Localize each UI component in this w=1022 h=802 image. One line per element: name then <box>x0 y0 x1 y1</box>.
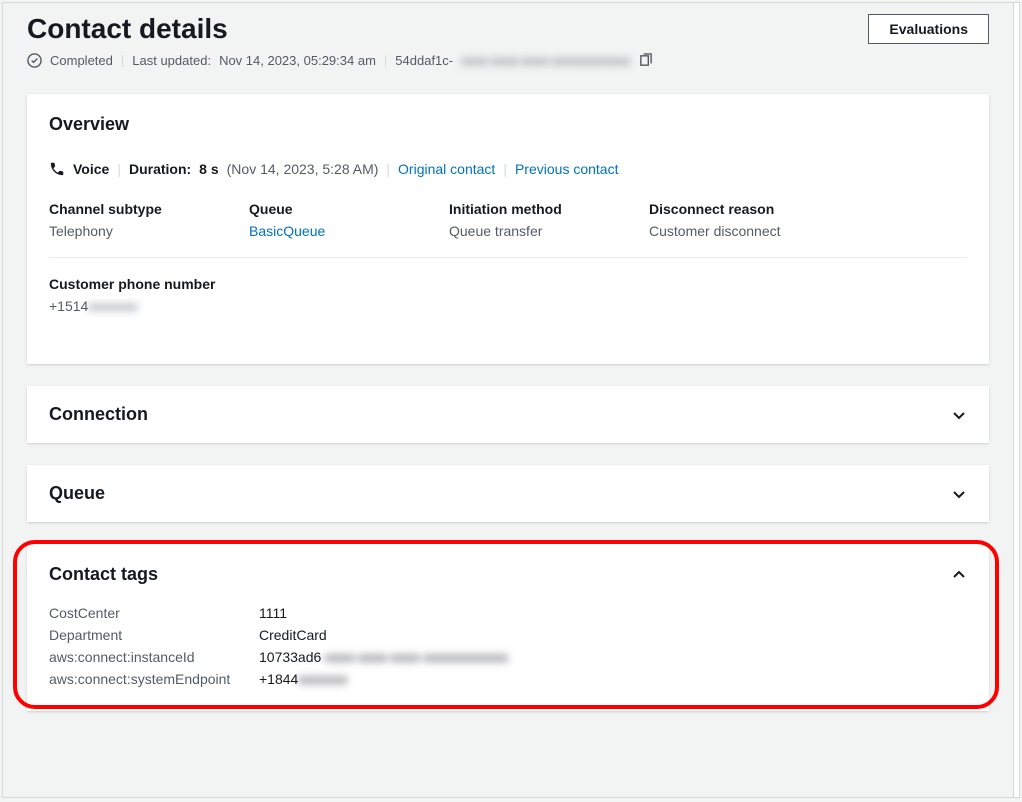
duration-value: 8 s <box>199 161 218 177</box>
copy-icon[interactable] <box>638 53 653 68</box>
completed-check-icon <box>27 53 42 68</box>
connection-title: Connection <box>49 404 148 425</box>
overview-panel: Overview Voice | Duration: 8 s (Nov 14, … <box>27 94 989 364</box>
previous-contact-link[interactable]: Previous contact <box>515 161 619 177</box>
channel-subtype-field: Channel subtype Telephony <box>49 201 249 239</box>
tag-value: 1111 <box>259 605 967 621</box>
contact-tags-panel: Contact tags CostCenter 1111 Department … <box>27 544 989 711</box>
meta-row: Completed | Last updated: Nov 14, 2023, … <box>27 53 989 68</box>
customer-phone-hidden: xxxxxxx <box>88 298 137 314</box>
separator: | <box>503 161 507 177</box>
customer-phone-value: +1514xxxxxxx <box>49 298 967 314</box>
queue-section[interactable]: Queue <box>27 465 989 522</box>
separator: | <box>121 53 124 68</box>
chevron-down-icon <box>951 407 967 423</box>
queue-field: Queue BasicQueue <box>249 201 449 239</box>
page-title: Contact details <box>27 13 228 45</box>
original-contact-link[interactable]: Original contact <box>398 161 495 177</box>
tag-key: aws:connect:systemEndpoint <box>49 671 259 687</box>
contact-tags-title: Contact tags <box>49 564 158 585</box>
disconnect-label: Disconnect reason <box>649 201 967 217</box>
tag-key: Department <box>49 627 259 643</box>
customer-phone-field: Customer phone number +1514xxxxxxx <box>49 276 967 314</box>
separator: | <box>386 161 390 177</box>
channel-voice: Voice <box>73 161 109 177</box>
contact-id-prefix: 54ddaf1c- <box>395 53 453 68</box>
tags-grid: CostCenter 1111 Department CreditCard aw… <box>49 605 967 687</box>
evaluations-button[interactable]: Evaluations <box>868 14 989 44</box>
contact-id-hidden: xxxx-xxxx-xxxx-xxxxxxxxxxxx <box>461 53 630 68</box>
separator: | <box>384 53 387 68</box>
initiation-label: Initiation method <box>449 201 649 217</box>
separator: | <box>117 161 121 177</box>
queue-value-link[interactable]: BasicQueue <box>249 223 449 239</box>
duration-label: Duration: <box>129 161 191 177</box>
queue-label: Queue <box>249 201 449 217</box>
chevron-down-icon <box>951 486 967 502</box>
channel-subtype-value: Telephony <box>49 223 249 239</box>
last-updated-label: Last updated: <box>132 53 211 68</box>
overview-title: Overview <box>49 114 967 135</box>
queue-section-title: Queue <box>49 483 105 504</box>
status-text: Completed <box>50 53 113 68</box>
initiation-value: Queue transfer <box>449 223 649 239</box>
last-updated-value: Nov 14, 2023, 05:29:34 am <box>219 53 376 68</box>
initiation-field: Initiation method Queue transfer <box>449 201 649 239</box>
disconnect-field: Disconnect reason Customer disconnect <box>649 201 967 239</box>
tag-value: +1844xxxxxxx <box>259 671 967 687</box>
channel-subtype-label: Channel subtype <box>49 201 249 217</box>
connection-section[interactable]: Connection <box>27 386 989 443</box>
chevron-up-icon[interactable] <box>951 567 967 583</box>
customer-phone-label: Customer phone number <box>49 276 967 292</box>
duration-timestamp: (Nov 14, 2023, 5:28 AM) <box>227 161 379 177</box>
tag-value: CreditCard <box>259 627 967 643</box>
tag-value: 10733ad6-xxxx-xxxx-xxxx-xxxxxxxxxxxx <box>259 649 967 665</box>
disconnect-value: Customer disconnect <box>649 223 967 239</box>
phone-icon <box>49 161 65 177</box>
tag-key: aws:connect:instanceId <box>49 649 259 665</box>
tag-key: CostCenter <box>49 605 259 621</box>
